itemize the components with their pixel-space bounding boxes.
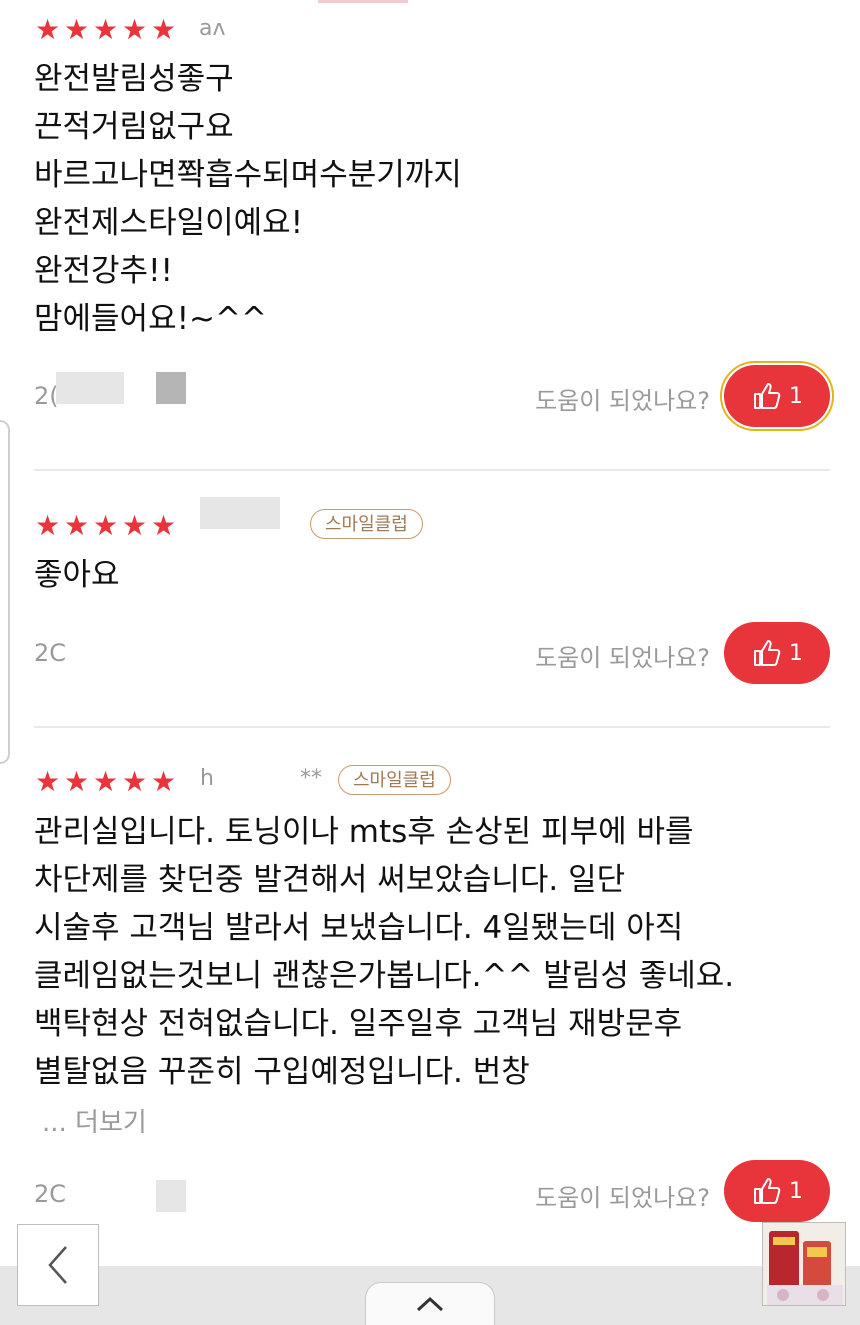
star-icon: ★: [150, 13, 177, 46]
back-button[interactable]: [17, 1224, 99, 1306]
redacted-reviewer-name: [200, 497, 280, 529]
star-rating: ★ ★ ★ ★ ★: [34, 16, 177, 44]
review-date: 2C: [34, 1180, 67, 1208]
smile-club-badge: 스마일클럽: [338, 765, 451, 795]
redacted-date: [56, 372, 124, 404]
review-date: 2C: [34, 639, 67, 667]
review-item: ★ ★ ★ ★ ★ 스마일클럽 좋아요 2C 도움이 되었나요? 1: [34, 471, 830, 726]
star-icon: ★: [92, 765, 119, 798]
helpful-question: 도움이 되었나요?: [535, 387, 710, 415]
helpful-like-button[interactable]: 1: [720, 361, 834, 431]
star-icon: ★: [92, 13, 119, 46]
helpful-like-button[interactable]: 1: [724, 622, 830, 684]
star-icon: ★: [121, 765, 148, 798]
star-icon: ★: [92, 509, 119, 542]
review-item: ★ ★ ★ ★ ★ aʌ 완전발림성좋구 끈적거림없구요 바르고나면쫙흡수되며수분기까지…: [34, 0, 834, 470]
chevron-up-icon: [416, 1296, 444, 1312]
helpful-question: 도움이 되었나요?: [535, 644, 710, 672]
star-icon: ★: [34, 765, 61, 798]
chevron-left-icon: [48, 1246, 67, 1284]
review-text: 관리실입니다. 토닝이나 mts후 손상된 피부에 바를 차단제를 찾던중 발견…: [34, 814, 735, 1090]
reviewer-name-masked: **: [300, 766, 322, 791]
product-thumbnail[interactable]: [762, 1222, 846, 1306]
review-item: ★ ★ ★ ★ ★ h ** 스마일클럽 관리실입니다. 토닝이나 mts후 손상된 피…: [34, 728, 830, 1228]
like-count: 1: [789, 383, 803, 409]
redacted-block: [156, 372, 186, 404]
star-icon: ★: [121, 509, 148, 542]
review-date: 2(: [34, 382, 59, 410]
read-more-link[interactable]: ... 더보기: [42, 1102, 147, 1139]
star-rating: ★ ★ ★ ★ ★: [34, 768, 177, 796]
review-text: 좋아요: [34, 557, 120, 593]
star-icon: ★: [121, 13, 148, 46]
review-text: 완전발림성좋구 끈적거림없구요 바르고나면쫙흡수되며수분기까지 완전제스타일이예…: [34, 61, 462, 337]
thumbs-up-icon: [754, 640, 781, 666]
star-icon: ★: [34, 13, 61, 46]
like-count: 1: [789, 1178, 803, 1204]
smile-club-badge: 스마일클럽: [310, 509, 423, 539]
star-icon: ★: [34, 509, 61, 542]
like-count: 1: [789, 640, 803, 666]
edge-panel-handle[interactable]: [0, 420, 10, 764]
redacted-date: [156, 1180, 186, 1212]
reviewer-name: h: [200, 766, 214, 791]
thumbs-up-icon: [754, 383, 781, 409]
star-icon: ★: [63, 765, 90, 798]
star-icon: ★: [63, 509, 90, 542]
reviewer-name: aʌ: [199, 16, 226, 41]
helpful-like-button[interactable]: 1: [724, 1160, 830, 1222]
helpful-question: 도움이 되었나요?: [535, 1184, 710, 1212]
star-icon: ★: [150, 509, 177, 542]
product-image: [763, 1223, 845, 1305]
star-icon: ★: [150, 765, 177, 798]
star-icon: ★: [63, 13, 90, 46]
thumbs-up-icon: [754, 1178, 781, 1204]
star-rating: ★ ★ ★ ★ ★: [34, 512, 177, 540]
scroll-top-button[interactable]: [365, 1282, 495, 1325]
